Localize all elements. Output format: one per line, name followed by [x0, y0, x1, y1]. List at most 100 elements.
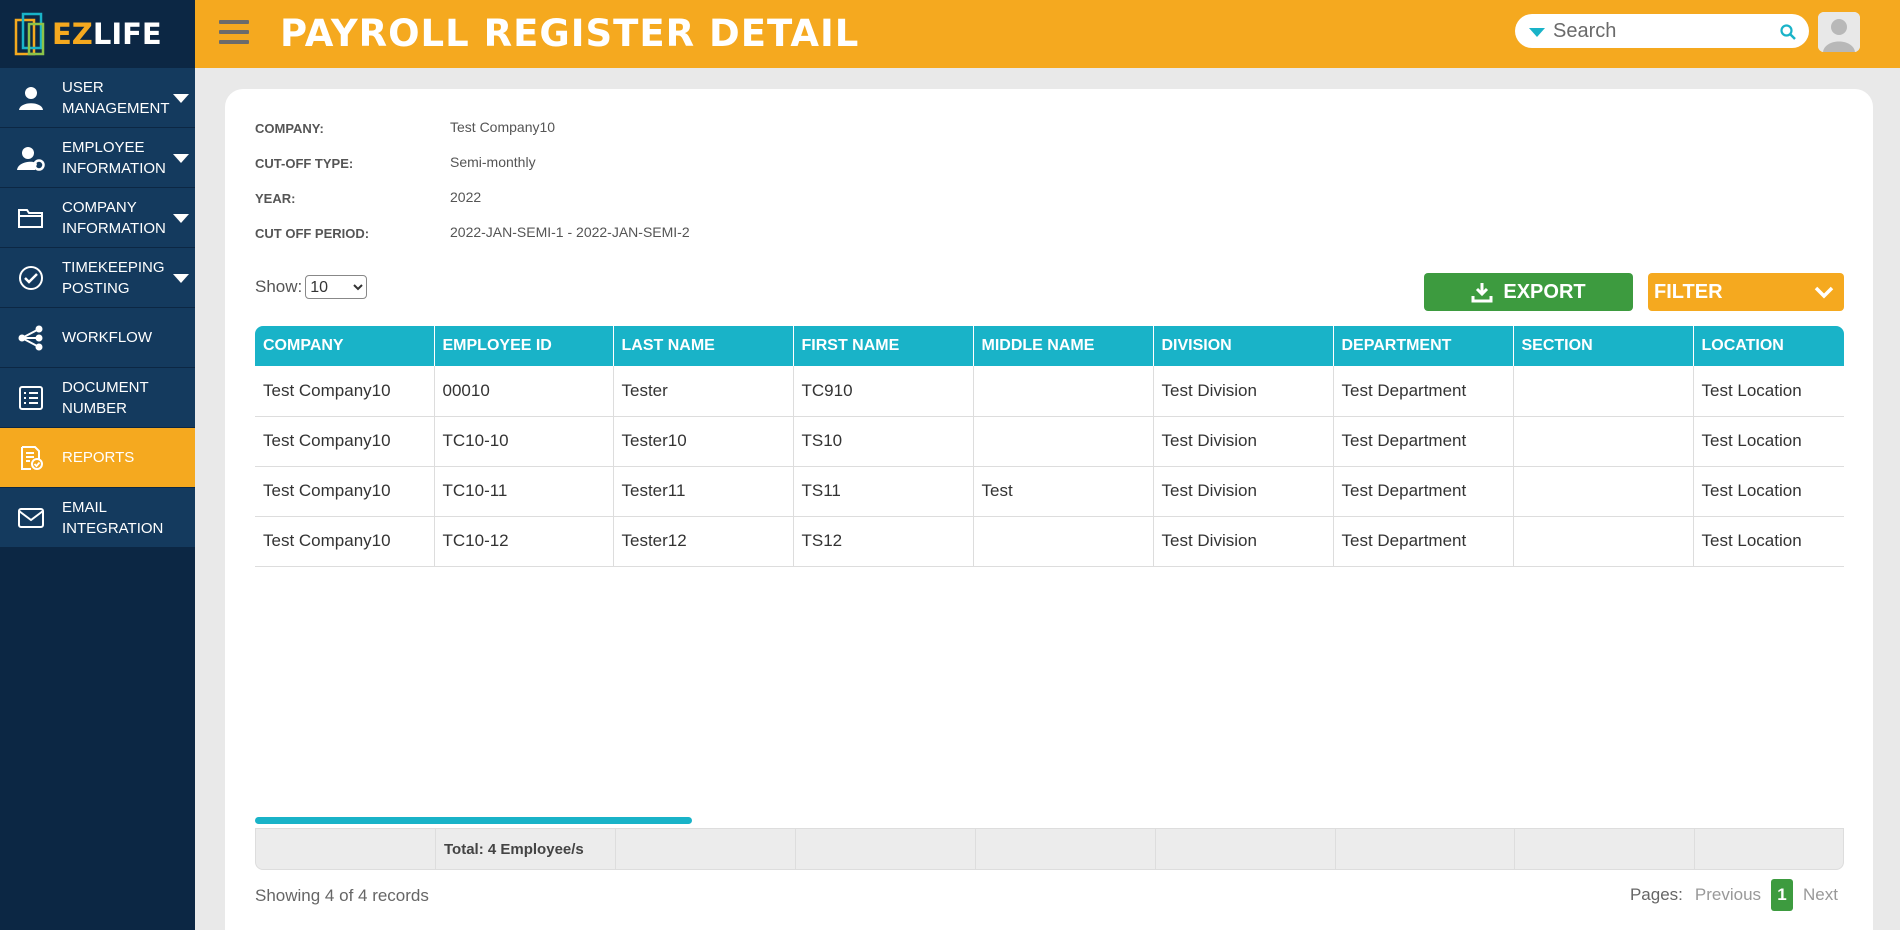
- show-label: Show:: [255, 277, 303, 296]
- table-row[interactable]: Test Company10 TC10-10 Tester10 TS10 Tes…: [255, 416, 1844, 467]
- chevron-down-icon: [1814, 286, 1834, 299]
- footer-cell: [796, 829, 976, 869]
- list-icon: [19, 385, 43, 410]
- table-footer-row: Total: 4 Employee/s: [255, 828, 1844, 870]
- folder-icon: [18, 208, 43, 228]
- table-cell: Test Department: [1333, 416, 1514, 467]
- sidebar-item-label: EMAIL INTEGRATION: [62, 498, 164, 537]
- caret-down-icon: [173, 274, 189, 283]
- sidebar-item-reports[interactable]: REPORTS: [0, 428, 195, 488]
- mail-icon: [18, 507, 44, 528]
- caret-down-icon: [173, 94, 189, 103]
- table-cell: Test Company10: [255, 466, 435, 517]
- app-logo[interactable]: EZLIFE: [0, 0, 195, 68]
- sidebar-item-employee-information[interactable]: EMPLOYEE INFORMATION: [0, 128, 195, 188]
- hamburger-menu-icon[interactable]: [219, 20, 249, 46]
- sidebar-item-label: USER MANAGEMENT: [62, 78, 170, 117]
- table-cell: [973, 416, 1154, 467]
- sidebar-item-label: WORKFLOW: [62, 329, 152, 346]
- sidebar-item-timekeeping-posting[interactable]: TIMEKEEPING POSTING: [0, 248, 195, 308]
- logo-ez: EZ: [52, 17, 93, 51]
- caret-down-icon: [173, 214, 189, 223]
- previous-page-link[interactable]: Previous: [1695, 885, 1761, 905]
- table-cell: 00010: [434, 366, 614, 417]
- table-cell: TS10: [793, 416, 974, 467]
- footer-cell: [1336, 829, 1515, 869]
- pages-label: Pages:: [1629, 885, 1683, 904]
- records-summary: Showing 4 of 4 records: [255, 886, 429, 905]
- footer-cell: [256, 829, 436, 869]
- download-icon: [1471, 283, 1493, 303]
- table-cell: Test Location: [1693, 466, 1844, 517]
- page-size-select[interactable]: 10: [305, 275, 368, 299]
- column-header[interactable]: SECTION: [1513, 326, 1694, 366]
- column-header[interactable]: DEPARTMENT: [1333, 326, 1514, 366]
- sidebar-item-company-information[interactable]: COMPANY INFORMATION: [0, 188, 195, 248]
- table-cell: [973, 366, 1154, 417]
- table-cell: Test Company10: [255, 366, 435, 417]
- column-header[interactable]: LOCATION: [1693, 326, 1844, 366]
- table-cell: TC10-11: [434, 466, 614, 517]
- avatar[interactable]: [1818, 12, 1860, 52]
- search-box: [1515, 14, 1809, 48]
- table-row[interactable]: Test Company10 00010 Tester TC910 Test D…: [255, 366, 1844, 417]
- year-value: 2022: [450, 189, 482, 205]
- footer-cell: [1695, 829, 1843, 869]
- page-number-button[interactable]: 1: [1771, 879, 1794, 911]
- footer-cell: [616, 829, 796, 869]
- search-scope-dropdown-icon[interactable]: [1529, 28, 1545, 37]
- report-icon: [21, 445, 43, 470]
- table-cell: TC910: [793, 366, 974, 417]
- export-button[interactable]: EXPORT: [1424, 273, 1633, 311]
- horizontal-scrollbar[interactable]: [255, 817, 692, 824]
- sidebar-item-workflow[interactable]: WORKFLOW: [0, 308, 195, 368]
- search-input[interactable]: [1553, 18, 1773, 44]
- column-header[interactable]: DIVISION: [1153, 326, 1334, 366]
- logo-mark-icon: [14, 12, 45, 56]
- table-cell: Test Department: [1333, 516, 1514, 567]
- table-row[interactable]: Test Company10 TC10-12 Tester12 TS12 Tes…: [255, 516, 1844, 567]
- user-icon: [19, 86, 43, 110]
- payroll-table: COMPANY EMPLOYEE ID LAST NAME FIRST NAME…: [255, 326, 1844, 567]
- table-cell: [1513, 516, 1694, 567]
- column-header[interactable]: LAST NAME: [613, 326, 794, 366]
- column-header[interactable]: FIRST NAME: [793, 326, 974, 366]
- caret-down-icon: [173, 154, 189, 163]
- table-cell: Tester: [613, 366, 794, 417]
- search-icon[interactable]: [1779, 23, 1797, 41]
- table-cell: Test Location: [1693, 516, 1844, 567]
- table-cell: TS11: [793, 466, 974, 517]
- check-circle-icon: [19, 265, 43, 290]
- table-cell: [1513, 466, 1694, 517]
- table-cell: [1513, 366, 1694, 417]
- total-employees: Total: 4 Employee/s: [436, 829, 616, 869]
- cutoff-period-label: CUT OFF PERIOD:: [255, 226, 370, 241]
- table-cell: Test Department: [1333, 366, 1514, 417]
- next-page-link[interactable]: Next: [1803, 885, 1838, 905]
- sidebar-item-email-integration[interactable]: EMAIL INTEGRATION: [0, 488, 195, 548]
- filter-button[interactable]: FILTER: [1648, 273, 1844, 311]
- column-header[interactable]: MIDDLE NAME: [973, 326, 1154, 366]
- sidebar-item-label: REPORTS: [62, 449, 135, 466]
- workflow-icon: [18, 325, 43, 350]
- company-label: COMPANY:: [255, 121, 324, 136]
- table-cell: Test: [973, 466, 1154, 517]
- column-header[interactable]: COMPANY: [255, 326, 435, 366]
- column-header[interactable]: EMPLOYEE ID: [434, 326, 614, 366]
- top-header: PAYROLL REGISTER DETAIL: [195, 0, 1900, 68]
- sidebar-item-user-management[interactable]: USER MANAGEMENT: [0, 68, 195, 128]
- sidebar-item-label: EMPLOYEE INFORMATION: [62, 138, 166, 177]
- sidebar-item-label: DOCUMENT NUMBER: [62, 378, 149, 417]
- cutoff-type-label: CUT-OFF TYPE:: [255, 156, 354, 171]
- table-row[interactable]: Test Company10 TC10-11 Tester11 TS11 Tes…: [255, 466, 1844, 517]
- sidebar: EZLIFE USER MANAGEMENT EMPLOYEE INFORMAT…: [0, 0, 195, 930]
- filter-label: FILTER: [1654, 280, 1723, 303]
- footer-cell: [976, 829, 1156, 869]
- table-cell: [973, 516, 1154, 567]
- sidebar-item-label: COMPANY INFORMATION: [62, 198, 166, 237]
- table-cell: Test Company10: [255, 516, 435, 567]
- sidebar-item-document-number[interactable]: DOCUMENT NUMBER: [0, 368, 195, 428]
- year-label: YEAR:: [255, 191, 296, 206]
- table-cell: TS12: [793, 516, 974, 567]
- table-cell: Test Location: [1693, 366, 1844, 417]
